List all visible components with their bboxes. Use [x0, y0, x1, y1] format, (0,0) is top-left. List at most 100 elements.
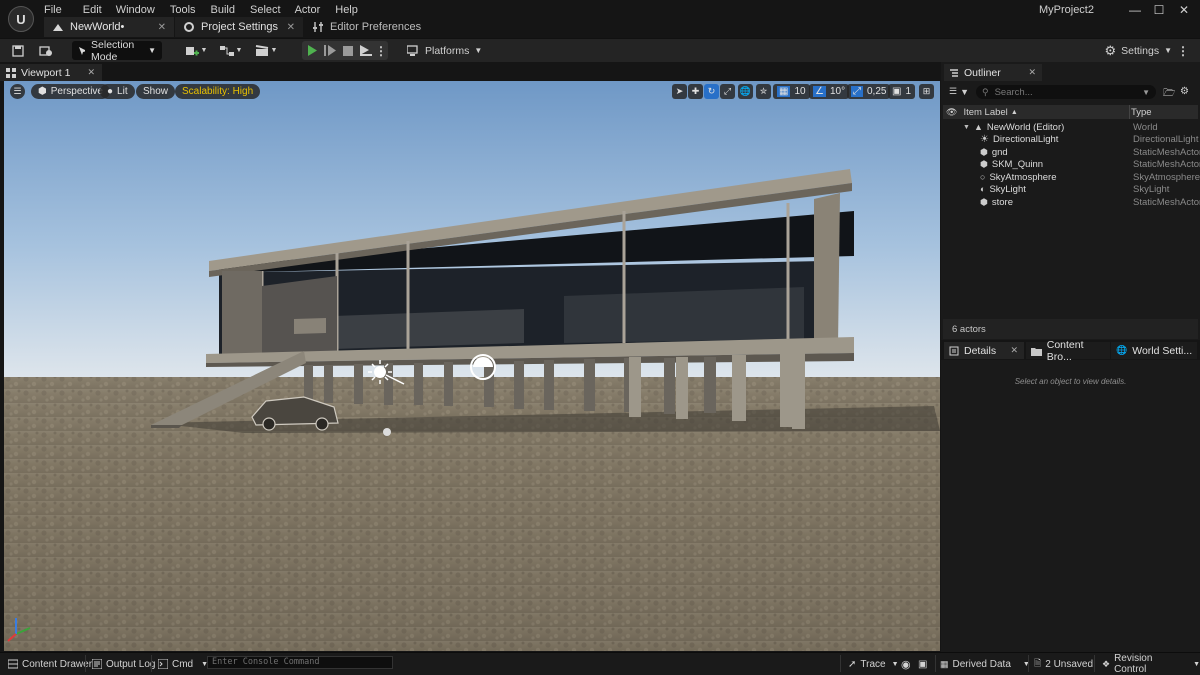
- cinematics-button[interactable]: ▼: [254, 41, 278, 60]
- close-tab-icon[interactable]: ✕: [287, 22, 295, 33]
- minimize-icon[interactable]: —: [1124, 2, 1146, 18]
- derived-data-dropdown[interactable]: ▦ Derived Data ▼: [940, 657, 1030, 671]
- add-folder-icon[interactable]: 🗁: [1163, 86, 1175, 103]
- console-command-input[interactable]: Enter Console Command: [207, 656, 393, 669]
- blueprints-button[interactable]: ▼: [218, 41, 244, 60]
- revision-control-icon: ❖: [1102, 658, 1111, 669]
- menu-build[interactable]: Build: [211, 4, 235, 16]
- outliner-row[interactable]: ○ SkyAtmosphere SkyAtmosphere: [943, 171, 1200, 183]
- menu-window[interactable]: Window: [116, 4, 155, 16]
- log-icon: [92, 659, 102, 669]
- close-tab-icon[interactable]: ✕: [1028, 67, 1036, 78]
- level-viewport[interactable]: ☰ ⬢ Perspective ● Lit Show Scalability: …: [4, 81, 940, 651]
- menu-file[interactable]: File: [44, 4, 62, 16]
- column-item-label[interactable]: Item Label: [963, 107, 1007, 118]
- unreal-logo-icon[interactable]: U: [8, 6, 34, 32]
- viewport-layout-icon[interactable]: ⊞: [919, 84, 934, 99]
- camera-speed-button[interactable]: ▣ 1: [888, 84, 916, 99]
- scalability-label: Scalability: High: [182, 86, 254, 97]
- content-drawer-button[interactable]: Content Drawer: [8, 657, 92, 671]
- tab-content-browser[interactable]: Content Bro...: [1026, 339, 1110, 363]
- chevron-down-icon: ▼: [148, 46, 156, 55]
- add-actor-button[interactable]: ▼: [183, 41, 209, 60]
- outliner-row[interactable]: ⬢ gnd StaticMeshActor: [943, 146, 1200, 158]
- step-icon[interactable]: [322, 41, 338, 60]
- eject-icon[interactable]: [358, 41, 374, 60]
- revision-control-dropdown[interactable]: ❖ Revision Control ▼: [1102, 653, 1200, 675]
- toolbar-more-icon[interactable]: ⋮: [1177, 41, 1189, 60]
- tab-details[interactable]: Details ✕: [944, 342, 1024, 359]
- tab-editor-preferences[interactable]: Editor Preferences: [304, 17, 434, 37]
- close-tab-icon[interactable]: ✕: [87, 67, 95, 78]
- settings-dropdown[interactable]: ⚙ Settings ▼: [1104, 41, 1172, 60]
- record-icon[interactable]: ◉: [901, 657, 911, 671]
- outliner-row[interactable]: ⬢ SKM_Quinn StaticMeshActor: [943, 158, 1200, 170]
- tab-newworld[interactable]: NewWorld• ✕: [44, 17, 174, 37]
- outliner-tab-label: Outliner: [964, 66, 1001, 79]
- output-log-button[interactable]: Output Log: [92, 657, 155, 671]
- gears-icon: [184, 22, 194, 32]
- unsaved-button[interactable]: 🗎 2 Unsaved: [1034, 657, 1093, 671]
- outliner-header: 👁 Item Label ▲ Type: [943, 105, 1198, 119]
- mesh-icon: ⬢: [980, 146, 988, 157]
- details-empty-hint: Select an object to view details.: [1014, 377, 1127, 386]
- sun-icon: ☀: [980, 133, 989, 145]
- stop-icon[interactable]: [340, 41, 356, 60]
- tab-world-settings[interactable]: 🌐 World Setti...: [1111, 342, 1197, 359]
- menu-edit[interactable]: Edit: [83, 4, 102, 16]
- play-icon[interactable]: [304, 41, 320, 60]
- terminal-icon: [158, 659, 168, 669]
- world-space-icon[interactable]: 🌐: [738, 84, 753, 99]
- outliner-row[interactable]: ◐ SkyLight SkyLight: [943, 183, 1198, 195]
- menu-select[interactable]: Select: [250, 4, 281, 16]
- expand-arrow-icon[interactable]: ▼: [963, 124, 970, 131]
- show-button[interactable]: Show: [136, 84, 176, 99]
- select-tool-icon[interactable]: ➤: [672, 84, 687, 99]
- revision-control-label: Revision Control: [1114, 653, 1153, 675]
- row-label: SkyAtmosphere: [989, 171, 1057, 183]
- row-type: SkyAtmosphere: [1133, 171, 1200, 183]
- maximize-icon[interactable]: ☐: [1148, 2, 1170, 18]
- lit-sphere-icon: ●: [107, 86, 114, 97]
- surface-snap-icon[interactable]: ✮: [756, 84, 771, 99]
- translate-tool-icon[interactable]: ✚: [688, 84, 703, 99]
- view-mode-button[interactable]: ● Lit: [100, 84, 135, 99]
- tab-project-settings[interactable]: Project Settings ✕: [175, 17, 303, 37]
- tab-outliner[interactable]: Outliner ✕: [944, 64, 1042, 81]
- tab-viewport-1[interactable]: Viewport 1 ✕: [0, 64, 102, 81]
- scale-tool-icon[interactable]: ⤢: [720, 84, 735, 99]
- platforms-dropdown[interactable]: Platforms ▼: [407, 41, 482, 60]
- outliner-row[interactable]: ▼ ▲ NewWorld (Editor) World: [943, 121, 1198, 133]
- scale-snap-toggle[interactable]: ⤢ 0,25: [847, 84, 891, 99]
- outliner-settings-icon[interactable]: ⚙: [1180, 86, 1189, 97]
- row-type: DirectionalLight: [1133, 133, 1199, 145]
- cmd-dropdown[interactable]: Cmd ▼: [158, 657, 208, 671]
- chevron-down-icon: ▼: [960, 86, 969, 97]
- viewport-options-icon[interactable]: ☰: [10, 84, 25, 99]
- camera-icon: ▣: [892, 86, 902, 97]
- perspective-button[interactable]: ⬢ Perspective: [31, 84, 110, 99]
- selection-mode-dropdown[interactable]: Selection Mode ▼: [72, 39, 162, 63]
- close-window-icon[interactable]: ✕: [1173, 2, 1195, 18]
- scalability-button[interactable]: Scalability: High: [175, 84, 261, 99]
- screenshot-icon[interactable]: ▣: [918, 657, 927, 671]
- save-icon[interactable]: [9, 41, 27, 60]
- content-browser-icon[interactable]: [36, 41, 56, 60]
- close-tab-icon[interactable]: ✕: [158, 22, 166, 33]
- trace-dropdown[interactable]: ➚ Trace ▼: [848, 657, 899, 671]
- rotation-snap-toggle[interactable]: ∠ 10°: [809, 84, 850, 99]
- more-options-icon[interactable]: ⋮: [375, 41, 387, 60]
- filter-button[interactable]: ☰ ▼: [949, 86, 969, 97]
- visibility-eye-icon[interactable]: 👁: [946, 107, 957, 118]
- close-tab-icon[interactable]: ✕: [1010, 345, 1018, 356]
- rotate-tool-icon[interactable]: ↻: [704, 84, 719, 99]
- menu-help[interactable]: Help: [335, 4, 358, 16]
- grid-snap-toggle[interactable]: ▦ 10: [773, 84, 810, 99]
- menu-tools[interactable]: Tools: [170, 4, 196, 16]
- row-label: gnd: [991, 146, 1008, 158]
- outliner-search-input[interactable]: ⚲ Search... ▼: [976, 85, 1156, 99]
- outliner-row[interactable]: ⬢ store StaticMeshActor: [943, 196, 1200, 208]
- outliner-row[interactable]: ☀ DirectionalLight DirectionalLight: [943, 133, 1198, 145]
- menu-actor[interactable]: Actor: [295, 4, 321, 16]
- column-type[interactable]: Type: [1131, 107, 1152, 118]
